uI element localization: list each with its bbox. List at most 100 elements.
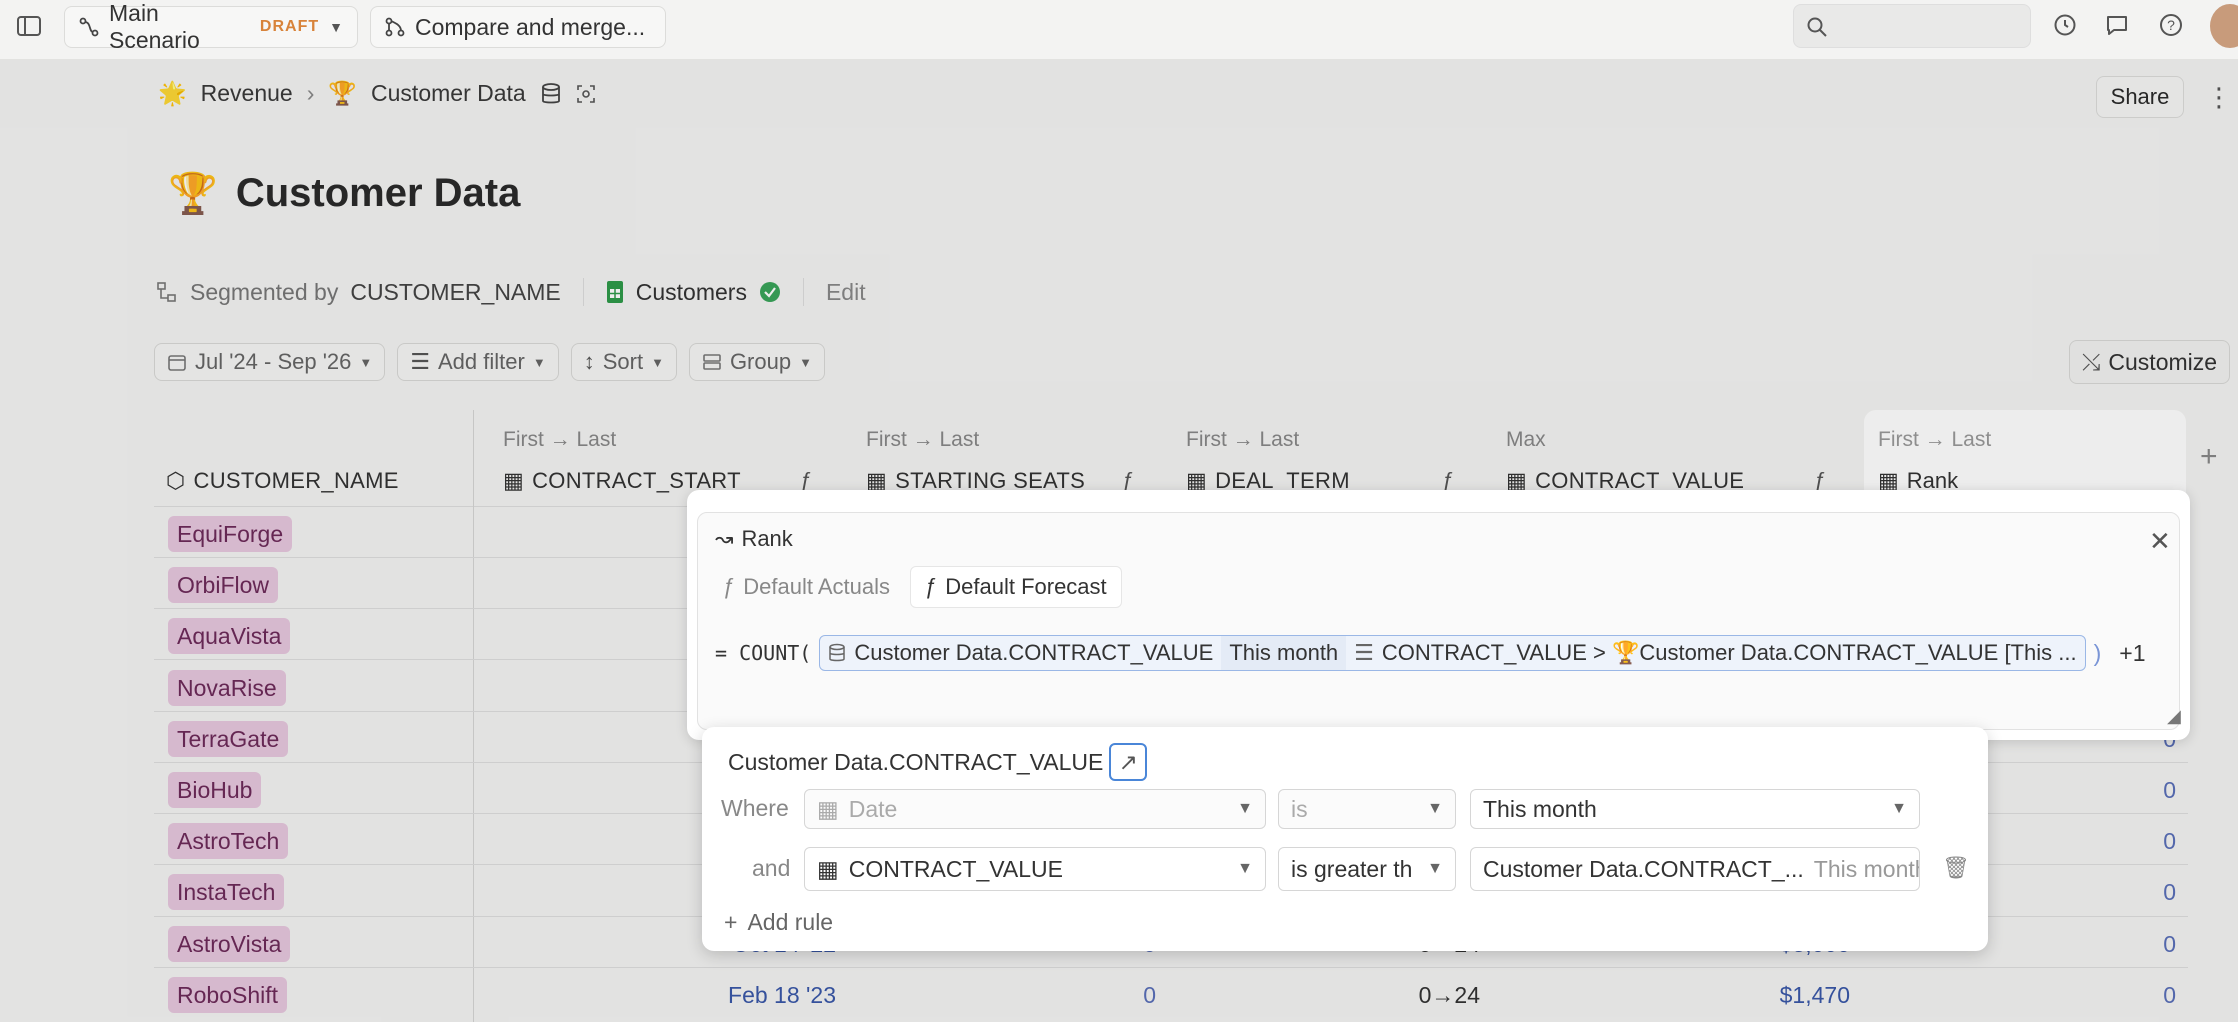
delete-rule-icon[interactable]: 🗑: [1942, 855, 1970, 881]
segment-dimension[interactable]: CUSTOMER_NAME: [350, 279, 560, 306]
open-link-icon[interactable]: ↗: [1109, 743, 1148, 781]
rule2-value-period: This month: [1813, 855, 1920, 882]
rule1-value: This month: [1483, 795, 1597, 822]
filter-icon: ☰: [1354, 640, 1374, 665]
customer-tag[interactable]: NovaRise: [168, 670, 286, 706]
contract-start-cell[interactable]: Feb 18 '23: [680, 982, 836, 1009]
focus-icon[interactable]: [576, 84, 596, 104]
search-input[interactable]: [1793, 4, 2031, 48]
add-filter-label: Add filter: [438, 349, 525, 374]
svg-text:?: ?: [2167, 17, 2175, 33]
divider: [802, 278, 804, 306]
date-range-button[interactable]: Jul '24 - Sep '26 ▼: [154, 343, 386, 381]
formula-icon: ƒ: [723, 574, 736, 599]
customize-button[interactable]: ⤯ Customize: [2069, 340, 2231, 384]
top-bar: Main Scenario DRAFT ▼ Compare and merge.…: [0, 0, 2238, 60]
add-rule-label: Add rule: [747, 909, 834, 935]
rank-cell[interactable]: 0: [2130, 879, 2176, 906]
rule1-operator-select[interactable]: is ▼: [1278, 789, 1456, 829]
history-icon[interactable]: [2052, 12, 2078, 38]
database-icon[interactable]: [540, 82, 562, 106]
segment-source[interactable]: Customers: [636, 279, 747, 306]
popover-title: Customer Data.CONTRACT_VALUE ↗: [728, 743, 1148, 781]
contract-value-cell[interactable]: $1,470: [1690, 982, 1850, 1009]
breadcrumb-current[interactable]: Customer Data: [371, 80, 526, 107]
customer-tag[interactable]: BioHub: [168, 772, 262, 808]
tab-default-forecast[interactable]: ƒ Default Forecast: [910, 566, 1122, 608]
reference-filter-popover: Customer Data.CONTRACT_VALUE ↗ Where ▦ D…: [702, 727, 1988, 951]
group-button[interactable]: Group ▼: [688, 343, 825, 381]
customer-tag[interactable]: OrbiFlow: [168, 567, 279, 603]
close-icon[interactable]: ✕: [2149, 526, 2171, 557]
scenario-name: Main Scenario: [109, 0, 200, 53]
column-header-customer-name[interactable]: ⬡ CUSTOMER_NAME: [166, 468, 399, 494]
resize-handle-icon[interactable]: ◢: [2167, 706, 2181, 727]
starting-seats-cell[interactable]: 0: [1100, 982, 1156, 1009]
comment-icon[interactable]: [2104, 12, 2130, 38]
sort-button[interactable]: ↕ Sort ▼: [570, 343, 677, 381]
divider: [582, 278, 584, 306]
rule2-operator-select[interactable]: is greater th ▼: [1278, 847, 1456, 891]
formula-editor-panel: ↝ Rank ✕ ƒ Default Actuals ƒ Default For…: [687, 490, 2190, 740]
chevron-down-icon: ▼: [1237, 860, 1253, 877]
reference-filter: CONTRACT_VALUE > 🏆Customer Data.CONTRACT…: [1381, 640, 2077, 665]
compare-label: Compare and merge...: [415, 13, 646, 40]
scenario-selector[interactable]: Main Scenario DRAFT ▼: [64, 0, 358, 53]
compare-merge-button[interactable]: Compare and merge...: [370, 6, 666, 48]
where-label: Where: [721, 795, 789, 821]
reference-name: Customer Data.CONTRACT_VALUE: [854, 640, 1214, 665]
customer-tag[interactable]: EquiForge: [168, 516, 293, 552]
column-divider: [473, 410, 474, 1022]
formula-tabs: ƒ Default Actuals ƒ Default Forecast: [709, 566, 1122, 608]
formula-extra: +1: [2119, 639, 2146, 666]
customer-tag[interactable]: TerraGate: [168, 721, 289, 757]
rank-cell[interactable]: 0: [2130, 777, 2176, 804]
hierarchy-icon: [156, 281, 178, 303]
customer-tag[interactable]: RoboShift: [168, 977, 288, 1013]
rule2-value-input[interactable]: Customer Data.CONTRACT_... This month: [1470, 847, 1920, 891]
rule1-value-select[interactable]: This month ▼: [1470, 789, 1920, 829]
formula-editor-inner: [697, 512, 2180, 730]
rule1-field-select[interactable]: ▦ Date ▼: [804, 789, 1266, 829]
merge-icon: [385, 17, 405, 37]
rank-cell[interactable]: 0: [2130, 982, 2176, 1009]
filter-icon: ☰: [410, 349, 430, 374]
row-divider: [154, 967, 2188, 968]
chevron-down-icon: ▼: [799, 354, 812, 370]
customer-tag[interactable]: AquaVista: [168, 618, 291, 654]
sparkle-icon: 🌟: [158, 80, 187, 106]
sidebar-toggle-icon[interactable]: [16, 14, 42, 38]
formula-reference-chip[interactable]: Customer Data.CONTRACT_VALUE This month …: [819, 635, 2086, 671]
more-options-icon[interactable]: ⋮: [2206, 82, 2232, 113]
avatar[interactable]: [2210, 4, 2238, 48]
deal-term-cell[interactable]: 0→24: [1380, 982, 1480, 1009]
column-aggregation: Max: [1506, 428, 1546, 451]
share-button[interactable]: Share: [2096, 76, 2184, 118]
customer-tag[interactable]: AstroVista: [168, 926, 291, 962]
customer-tag[interactable]: InstaTech: [168, 874, 285, 910]
formula-expression[interactable]: = COUNT( Customer Data.CONTRACT_VALUE Th…: [715, 635, 2146, 671]
rank-cell[interactable]: 0: [2130, 828, 2176, 855]
add-filter-button[interactable]: ☰ Add filter ▼: [397, 343, 559, 381]
number-icon: ▦: [817, 855, 839, 882]
rank-cell[interactable]: 0: [2130, 931, 2176, 958]
breadcrumb-parent[interactable]: Revenue: [201, 80, 293, 107]
chevron-down-icon: ▼: [329, 19, 343, 35]
trophy-icon: 🏆: [168, 172, 218, 216]
formula-prefix: = COUNT(: [715, 641, 812, 665]
customer-tag[interactable]: AstroTech: [168, 823, 289, 859]
rule2-field-select[interactable]: ▦ CONTRACT_VALUE ▼: [804, 847, 1266, 891]
chevron-down-icon: ▼: [1427, 800, 1443, 817]
chevron-down-icon: ▼: [532, 354, 546, 370]
group-icon: [702, 352, 722, 372]
help-icon[interactable]: ?: [2158, 12, 2184, 38]
breadcrumb: 🌟 Revenue › 🏆 Customer Data: [158, 80, 596, 107]
add-rule-button[interactable]: + Add rule: [724, 909, 833, 936]
add-column-icon[interactable]: +: [2200, 440, 2218, 474]
sort-icon: ↕: [583, 349, 595, 374]
calendar-icon: [167, 352, 187, 372]
rule1-field: Date: [848, 795, 898, 822]
tab-default-actuals[interactable]: ƒ Default Actuals: [709, 566, 904, 608]
trophy-icon: 🏆: [328, 80, 358, 106]
edit-segment-link[interactable]: Edit: [826, 279, 866, 306]
